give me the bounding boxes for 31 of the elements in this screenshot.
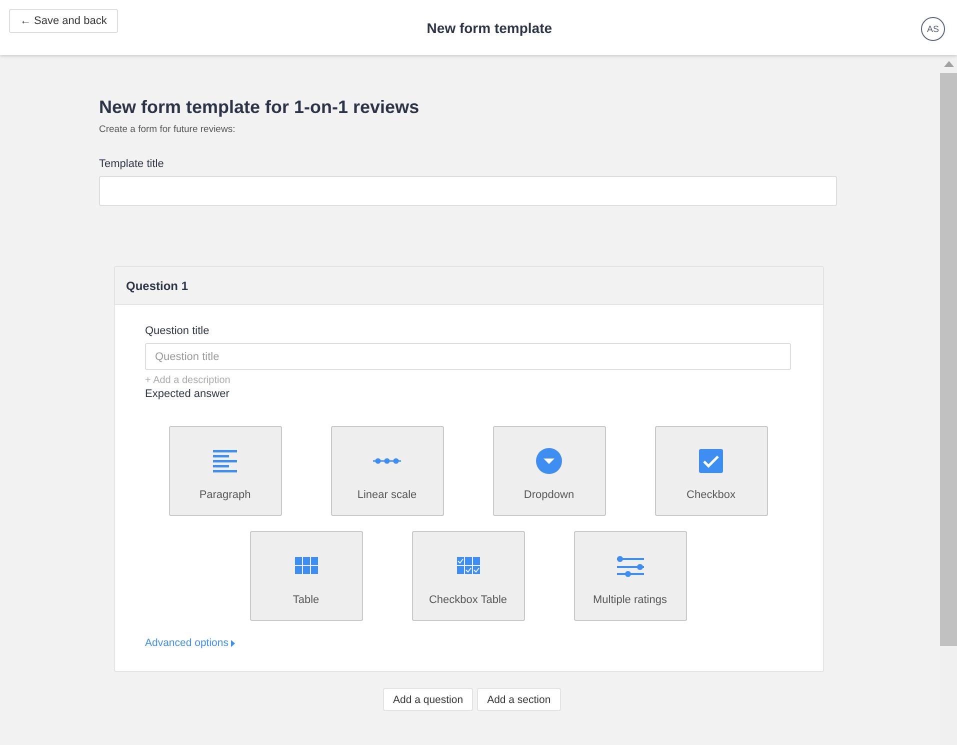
action-button[interactable]: Add a section [477,688,561,711]
sliders-icon [616,555,644,577]
scrollbar-thumb[interactable] [940,73,957,646]
field-label: Expected answer [145,388,230,400]
form-subtitle: Create a form for future reviews: [99,124,236,135]
answer-type-button[interactable]: Dropdown [492,426,606,516]
answer-type-button[interactable]: Table [250,531,362,621]
action-button[interactable]: Add a question [383,688,474,711]
page-title: New form template [426,20,554,36]
save-and-back-button[interactable]: ← Save and back [9,8,118,32]
scroll-up-icon[interactable] [944,61,954,67]
table-grid-icon [294,557,318,575]
template-title-input[interactable] [99,176,837,206]
form-heading: New form template for 1-on-1 reviews [99,97,420,118]
answer-type-button[interactable]: Linear scale [330,426,444,516]
answer-type-button[interactable]: Multiple ratings [574,531,686,621]
dropdown-icon [536,448,562,474]
checkbox-table-icon [456,557,480,575]
checkbox-icon [699,449,723,473]
answer-type-button[interactable]: Paragraph [168,426,282,516]
paragraph-lines-icon [213,449,237,473]
caret-icon [231,640,236,646]
question-heading: Question 1 [126,278,188,292]
answer-type-button[interactable]: Checkbox Table [412,531,524,621]
user-avatar[interactable]: AS [921,16,945,40]
field-label: Question title [145,325,210,337]
field-label: Template title [99,158,165,170]
question-title-input[interactable]: Question title [145,343,791,370]
answer-type-button[interactable]: Checkbox [654,426,768,516]
linear-scale-icon [373,456,401,466]
advanced-options-link[interactable]: Advanced options [145,637,236,649]
